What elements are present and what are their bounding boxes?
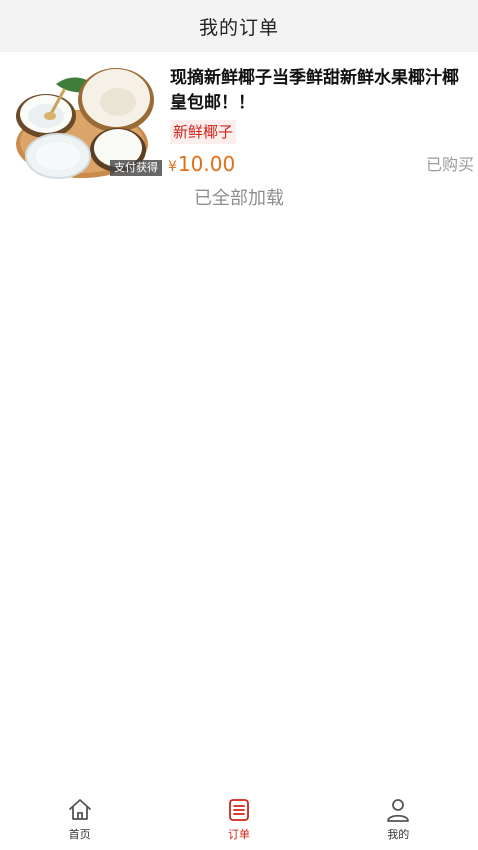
tab-profile[interactable]: 我的: [319, 792, 478, 850]
payment-badge: 支付获得: [110, 160, 162, 176]
tab-orders[interactable]: 订单: [159, 792, 318, 850]
header-bar: 我的订单: [0, 0, 478, 52]
app-root: 我的 订单 支付获得 现摘新鲜椰子当季鲜甜新鲜水果椰汁椰皇包邮！！ 新鲜椰子 ¥1…: [0, 0, 478, 850]
product-tag: 新鲜椰子: [170, 120, 237, 144]
bottom-tab-bar: 首页 订单 我的: [0, 792, 478, 850]
order-icon: [229, 799, 249, 821]
tab-orders-label: 订单: [227, 828, 250, 841]
order-status: 已购买: [425, 155, 474, 174]
tab-profile-label: 我的: [387, 828, 410, 841]
home-icon: [68, 799, 91, 820]
user-icon: [387, 799, 410, 822]
order-item[interactable]: 支付获得 现摘新鲜椰子当季鲜甜新鲜水果椰汁椰皇包邮！！ 新鲜椰子 ¥10.00 …: [0, 60, 478, 184]
list-end-indicator: 已全部加载: [194, 188, 284, 209]
tab-home[interactable]: 首页: [0, 792, 159, 850]
price-value: 10.00: [177, 152, 236, 176]
product-title[interactable]: 现摘新鲜椰子当季鲜甜新鲜水果椰汁椰皇包邮！！: [170, 66, 470, 116]
page-title: 我的订单: [198, 16, 279, 39]
currency-symbol: ¥: [168, 159, 177, 175]
tab-home-label: 首页: [68, 828, 91, 841]
product-price: ¥10.00: [168, 151, 235, 180]
product-thumbnail[interactable]: 支付获得: [12, 64, 162, 180]
